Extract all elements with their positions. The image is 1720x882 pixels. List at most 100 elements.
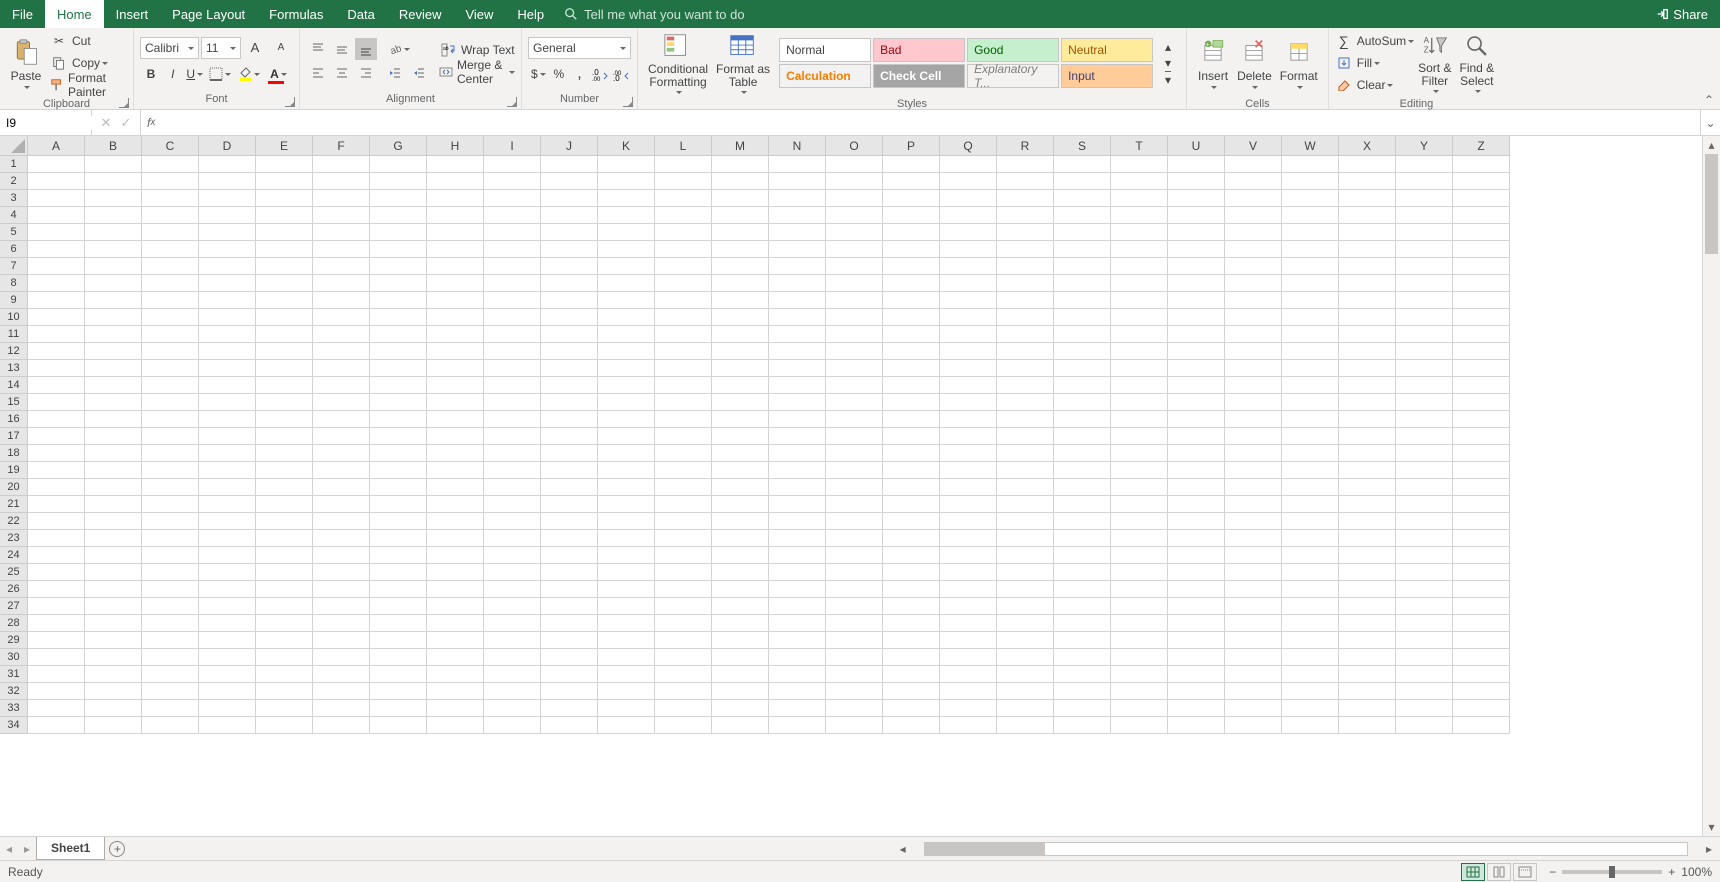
cell[interactable] (1168, 717, 1225, 734)
cell[interactable] (997, 717, 1054, 734)
cell[interactable] (1339, 632, 1396, 649)
cell[interactable] (28, 343, 85, 360)
horizontal-scrollbar[interactable] (924, 842, 1688, 856)
cell[interactable] (85, 615, 142, 632)
cell[interactable] (313, 292, 370, 309)
cell[interactable] (142, 717, 199, 734)
vertical-scrollbar[interactable]: ▴ ▾ (1702, 136, 1720, 836)
cell[interactable] (1111, 479, 1168, 496)
cell[interactable] (370, 428, 427, 445)
cell[interactable] (769, 258, 826, 275)
cell[interactable] (1111, 394, 1168, 411)
cell[interactable] (1225, 360, 1282, 377)
cell[interactable] (655, 360, 712, 377)
cell[interactable] (256, 683, 313, 700)
cell[interactable] (655, 666, 712, 683)
cell[interactable] (1225, 207, 1282, 224)
cell[interactable] (256, 649, 313, 666)
cell[interactable] (370, 309, 427, 326)
cell[interactable] (427, 479, 484, 496)
cell[interactable] (142, 360, 199, 377)
row-header[interactable]: 34 (0, 717, 27, 734)
cell[interactable] (1225, 666, 1282, 683)
cell[interactable] (541, 428, 598, 445)
cell[interactable] (142, 615, 199, 632)
tab-file[interactable]: File (0, 0, 45, 28)
row-header[interactable]: 25 (0, 564, 27, 581)
cell[interactable] (769, 445, 826, 462)
cell[interactable] (883, 700, 940, 717)
cell[interactable] (1054, 241, 1111, 258)
cell[interactable] (1054, 717, 1111, 734)
cell[interactable] (313, 190, 370, 207)
cell[interactable] (940, 377, 997, 394)
cell[interactable] (883, 615, 940, 632)
cell[interactable] (427, 564, 484, 581)
cell[interactable] (655, 564, 712, 581)
cell[interactable] (826, 462, 883, 479)
cell[interactable] (655, 258, 712, 275)
cell[interactable] (28, 649, 85, 666)
cell[interactable] (370, 207, 427, 224)
cell[interactable] (1054, 649, 1111, 666)
row-header[interactable]: 30 (0, 649, 27, 666)
cell[interactable] (370, 156, 427, 173)
cell[interactable] (142, 326, 199, 343)
styles-more-button[interactable]: ▾ (1157, 71, 1179, 87)
cell[interactable] (28, 241, 85, 258)
cell[interactable] (1282, 598, 1339, 615)
column-header[interactable]: G (370, 136, 427, 155)
cell[interactable] (142, 462, 199, 479)
cell[interactable] (997, 292, 1054, 309)
cell[interactable] (1339, 156, 1396, 173)
cell[interactable] (85, 377, 142, 394)
cell[interactable] (256, 394, 313, 411)
cell[interactable] (85, 275, 142, 292)
cell[interactable] (1282, 462, 1339, 479)
cell[interactable] (997, 173, 1054, 190)
cell[interactable] (712, 700, 769, 717)
cell[interactable] (142, 547, 199, 564)
cell[interactable] (313, 513, 370, 530)
cell[interactable] (541, 241, 598, 258)
cell[interactable] (1396, 156, 1453, 173)
cell[interactable] (256, 343, 313, 360)
row-header[interactable]: 19 (0, 462, 27, 479)
cell[interactable] (1453, 360, 1510, 377)
cell[interactable] (598, 377, 655, 394)
cell[interactable] (997, 496, 1054, 513)
cell[interactable] (484, 258, 541, 275)
cell[interactable] (1111, 309, 1168, 326)
cell[interactable] (655, 462, 712, 479)
cell[interactable] (484, 377, 541, 394)
cell[interactable] (826, 717, 883, 734)
cell[interactable] (997, 156, 1054, 173)
cell[interactable] (199, 700, 256, 717)
cell[interactable] (883, 462, 940, 479)
column-header[interactable]: L (655, 136, 712, 155)
cell[interactable] (142, 581, 199, 598)
cell[interactable] (769, 207, 826, 224)
cell[interactable] (1225, 547, 1282, 564)
cell[interactable] (1453, 173, 1510, 190)
cell[interactable] (484, 173, 541, 190)
cell[interactable] (313, 683, 370, 700)
cell[interactable] (1111, 241, 1168, 258)
cell[interactable] (883, 360, 940, 377)
column-header[interactable]: O (826, 136, 883, 155)
cell[interactable] (1453, 445, 1510, 462)
cell[interactable] (256, 700, 313, 717)
cell[interactable] (1168, 309, 1225, 326)
cell[interactable] (85, 581, 142, 598)
cell[interactable] (1111, 428, 1168, 445)
accounting-format-button[interactable]: $ (529, 63, 548, 85)
cell[interactable] (712, 683, 769, 700)
cell[interactable] (1396, 513, 1453, 530)
cell[interactable] (1225, 377, 1282, 394)
cell[interactable] (940, 241, 997, 258)
cell[interactable] (1339, 445, 1396, 462)
cell[interactable] (1111, 445, 1168, 462)
cell[interactable] (1339, 224, 1396, 241)
cell[interactable] (427, 530, 484, 547)
cell[interactable] (655, 683, 712, 700)
